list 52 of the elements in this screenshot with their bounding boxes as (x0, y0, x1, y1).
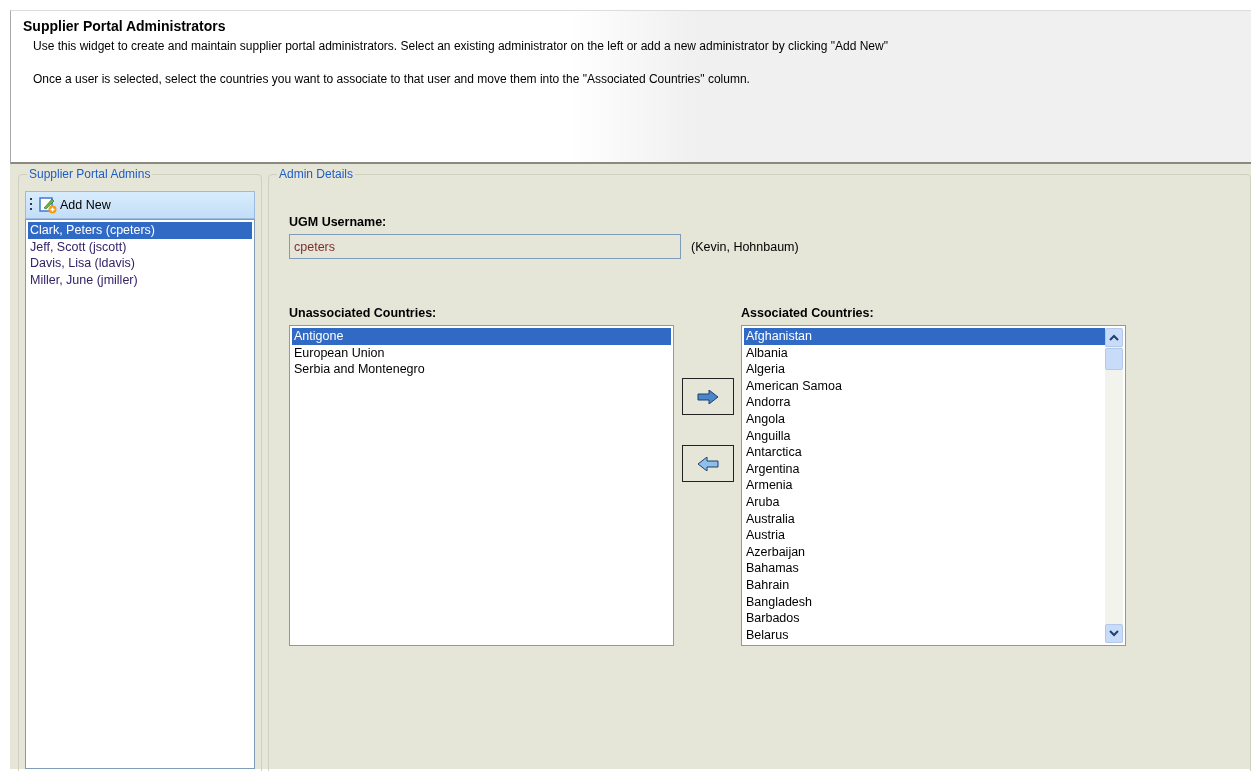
edit-add-icon (39, 196, 57, 214)
group-legend: Supplier Portal Admins (27, 167, 153, 181)
admin-list-item[interactable]: Jeff, Scott (jscott) (28, 238, 252, 256)
group-legend: Admin Details (277, 167, 356, 181)
move-right-button[interactable] (682, 378, 734, 415)
country-list-item[interactable]: Bahrain (744, 576, 1105, 594)
country-list-item[interactable]: Antarctica (744, 444, 1105, 461)
page-title: Supplier Portal Administrators (23, 18, 226, 34)
country-list-item[interactable]: Serbia and Montenegro (292, 361, 671, 378)
scroll-thumb[interactable] (1105, 348, 1123, 370)
country-list-item[interactable]: Aruba (744, 493, 1105, 511)
country-list-item[interactable]: European Union (292, 344, 671, 362)
admin-list-item[interactable]: Miller, June (jmiller) (28, 271, 252, 289)
country-list-item[interactable]: Antigone (292, 328, 671, 345)
username-display-name: (Kevin, Hohnbaum) (691, 239, 799, 254)
up-chevron-icon (1109, 334, 1119, 341)
country-list-item[interactable]: Azerbaijan (744, 543, 1105, 561)
country-list-item[interactable]: Afghanistan (744, 328, 1105, 345)
country-list-item[interactable]: Bangladesh (744, 593, 1105, 611)
associated-list[interactable]: Afghanistan Albania Algeria American Samoa Andorra Angola Anguilla Antarctica Argentina Armenia Aruba Australia Austria Azerbaijan Bahamas Bahrain Bangladesh Barbados Belarus (741, 325, 1126, 646)
country-list-item[interactable]: Armenia (744, 477, 1105, 494)
move-left-button[interactable] (682, 445, 734, 482)
add-new-button[interactable]: Add New (39, 196, 111, 214)
admin-list-item[interactable]: Davis, Lisa (ldavis) (28, 255, 252, 272)
right-arrow-icon (697, 389, 719, 404)
country-list-item[interactable]: Angola (744, 410, 1105, 428)
country-list-item[interactable]: Australia (744, 510, 1105, 528)
admin-list-item[interactable]: Clark, Peters (cpeters) (28, 222, 252, 239)
country-list-item[interactable]: Albania (744, 344, 1105, 362)
scroll-down-button[interactable] (1105, 624, 1123, 643)
admins-list[interactable]: Clark, Peters (cpeters) Jeff, Scott (jscott) Davis, Lisa (ldavis) Miller, June (jmiller) (25, 219, 255, 769)
country-list-item[interactable]: Anguilla (744, 427, 1105, 445)
country-list-item[interactable]: Barbados (744, 610, 1105, 627)
unassociated-label: Unassociated Countries: (289, 306, 438, 320)
country-list-item[interactable]: Belarus (744, 626, 1105, 644)
grip-icon (30, 197, 33, 213)
unassociated-list[interactable]: Antigone European Union Serbia and Montenegro (289, 325, 674, 646)
country-list-item[interactable]: American Samoa (744, 377, 1105, 395)
instruction-text: Use this widget to create and maintain supplier portal administrators. Select an existing administrator on the left or add a new administrator by clicking "Add New" (33, 39, 888, 53)
left-arrow-icon (697, 456, 719, 471)
associated-label: Associated Countries: (741, 306, 875, 320)
country-list-item[interactable]: Austria (744, 527, 1105, 544)
country-list-item[interactable]: Algeria (744, 361, 1105, 378)
username-label: UGM Username: (289, 215, 388, 229)
username-field[interactable]: cpeters (289, 234, 681, 259)
instruction-text: Once a user is selected, select the countries you want to associate to that user and move them into the "Associated Countries" column. (33, 72, 750, 86)
country-list-item[interactable]: Andorra (744, 394, 1105, 411)
scroll-up-button[interactable] (1105, 328, 1123, 347)
scrollbar[interactable] (1105, 328, 1123, 643)
country-list-item[interactable]: Bahamas (744, 560, 1105, 577)
country-list-item[interactable]: Argentina (744, 460, 1105, 478)
down-chevron-icon (1109, 630, 1119, 637)
